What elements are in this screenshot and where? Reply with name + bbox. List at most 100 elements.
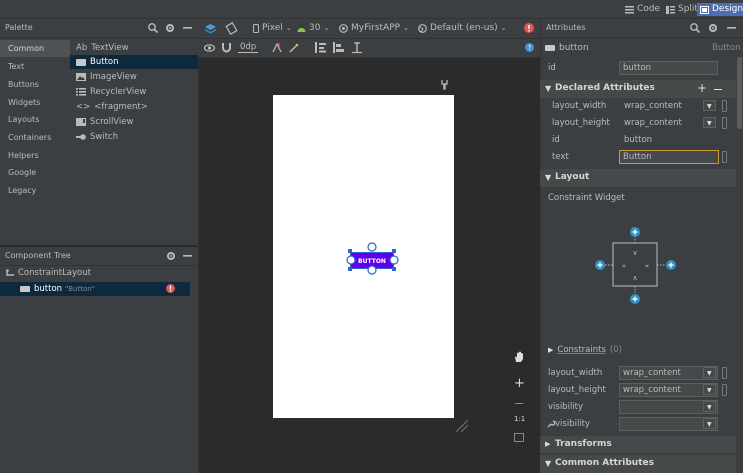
theme-selector[interactable]: MyFirstAPP ⌄ (339, 24, 409, 33)
constraint-anchor-right[interactable] (389, 255, 399, 265)
resize-handle[interactable] (348, 249, 352, 253)
align-icon[interactable] (333, 42, 344, 53)
resource-picker[interactable] (722, 151, 727, 163)
palette-item-button[interactable]: Button (70, 55, 198, 69)
visibility-dropdown[interactable]: ▼ (703, 401, 716, 412)
layers-icon[interactable] (205, 24, 216, 34)
button-handles[interactable] (345, 242, 400, 279)
add-constraint-left-icon[interactable] (595, 260, 605, 270)
layout-width-dropdown[interactable]: ▼ (703, 367, 716, 378)
category-buttons[interactable]: Buttons (0, 76, 70, 93)
palette-item-recyclerview[interactable]: RecyclerView (76, 85, 198, 99)
pack-icon[interactable] (315, 42, 326, 53)
add-constraint-bottom-icon[interactable] (630, 294, 640, 304)
declared-attributes-section[interactable]: ▼ Declared Attributes + (540, 80, 736, 98)
palette-item-fragment[interactable]: <> <fragment> (76, 100, 198, 114)
constraint-anchor-bottom[interactable] (367, 265, 377, 275)
pin-icon[interactable] (441, 80, 448, 90)
chevron-down-icon[interactable]: ∨ (632, 249, 637, 257)
layout-width-dropdown[interactable]: ▼ (703, 100, 716, 111)
eye-icon[interactable] (203, 43, 216, 53)
device-selector[interactable]: Pixel ⌄ (253, 24, 292, 33)
layout-row-width: layout_width wrap_content ▼ (540, 365, 736, 382)
category-google[interactable]: Google (0, 164, 70, 181)
chevron-up-icon[interactable]: ∧ (632, 274, 637, 282)
category-containers[interactable]: Containers (0, 129, 70, 146)
resize-handle[interactable] (392, 267, 396, 271)
clear-constraints-icon[interactable] (272, 42, 282, 53)
add-constraint-right-icon[interactable] (666, 260, 676, 270)
constraint-anchor-left[interactable] (346, 255, 356, 265)
resource-picker[interactable] (722, 384, 727, 396)
remove-attribute-icon[interactable] (714, 89, 722, 91)
search-icon[interactable] (690, 23, 701, 34)
chevron-right-icon[interactable]: » (622, 262, 626, 270)
pan-hand-icon[interactable] (513, 351, 525, 363)
infer-constraints-icon[interactable] (289, 43, 299, 53)
layout-height-dropdown[interactable]: ▼ (703, 117, 716, 128)
layout-height-dropdown[interactable]: ▼ (703, 384, 716, 395)
resource-picker[interactable] (722, 367, 727, 379)
transforms-section[interactable]: ▶ Transforms (540, 436, 736, 453)
resize-corner-icon[interactable] (455, 419, 469, 433)
attribute-value[interactable]: button (624, 136, 652, 145)
help-icon[interactable]: ? (525, 43, 534, 52)
attribute-label: text (552, 152, 569, 162)
tree-root-constraintlayout[interactable]: ConstraintLayout (6, 269, 91, 278)
gear-icon[interactable] (166, 251, 176, 261)
zoom-actual-size-button[interactable]: 1:1 (514, 416, 525, 423)
api-selector[interactable]: 30 ⌄ (297, 24, 329, 33)
category-legacy[interactable]: Legacy (0, 182, 70, 199)
category-text[interactable]: Text (0, 58, 70, 75)
error-icon[interactable] (166, 284, 175, 293)
palette-item-imageview[interactable]: ImageView (76, 70, 198, 84)
declared-row-text: text Button (540, 149, 736, 166)
search-icon[interactable] (148, 23, 159, 34)
text-input[interactable]: Button (619, 150, 719, 164)
palette-item-scrollview[interactable]: ScrollView (76, 115, 198, 129)
resource-picker[interactable] (722, 117, 727, 129)
split-icon (666, 5, 675, 14)
tree-item-button[interactable]: button "Button" (0, 282, 190, 296)
attributes-scrollbar[interactable] (737, 57, 742, 129)
locale-selector[interactable]: Default (en-us) ⌄ (418, 24, 507, 33)
transforms-title: Transforms (555, 439, 612, 449)
common-attributes-section[interactable]: ▼ Common Attributes (540, 455, 736, 473)
category-layouts[interactable]: Layouts (0, 111, 70, 128)
zoom-fit-icon[interactable] (514, 433, 524, 442)
design-mode-button[interactable]: Design (697, 3, 743, 16)
add-attribute-icon[interactable]: + (697, 82, 707, 94)
magnet-icon[interactable] (222, 43, 231, 53)
constraint-anchor-top[interactable] (367, 242, 377, 252)
category-common[interactable]: Common (0, 40, 70, 57)
palette-item-switch[interactable]: Switch (76, 130, 198, 144)
constraint-widget[interactable]: ∨ ∧ » « (592, 222, 682, 308)
zoom-in-icon[interactable]: + (514, 377, 525, 390)
orientation-icon[interactable] (225, 22, 238, 35)
tools-visibility-dropdown[interactable]: ▼ (703, 418, 716, 429)
minimize-icon[interactable] (183, 27, 192, 29)
id-input[interactable]: button (619, 61, 718, 75)
default-margin-field[interactable]: 0dp (238, 43, 259, 53)
code-mode-button[interactable]: Code (622, 3, 663, 16)
chevron-left-icon[interactable]: « (645, 262, 649, 270)
category-widgets[interactable]: Widgets (0, 94, 70, 111)
resize-handle[interactable] (348, 267, 352, 271)
minimize-icon[interactable] (727, 27, 736, 29)
add-constraint-top-icon[interactable] (630, 227, 640, 237)
minimize-icon[interactable] (183, 255, 192, 257)
attribute-value[interactable]: wrap_content (624, 102, 682, 111)
split-mode-button[interactable]: Split (663, 3, 701, 16)
resource-picker[interactable] (722, 100, 727, 112)
guidelines-icon[interactable] (352, 42, 362, 54)
gear-icon[interactable] (708, 23, 718, 33)
attribute-value[interactable]: wrap_content (624, 119, 682, 128)
gear-icon[interactable] (165, 23, 175, 33)
layout-section[interactable]: ▼ Layout (540, 169, 736, 187)
category-helpers[interactable]: Helpers (0, 147, 70, 164)
palette-item-textview[interactable]: Ab TextView (76, 41, 198, 55)
resize-handle[interactable] (392, 249, 396, 253)
error-icon[interactable] (524, 23, 534, 33)
constraints-collapsible[interactable]: ▶ Constraints (0) (548, 346, 622, 355)
zoom-out-icon[interactable] (515, 403, 523, 404)
